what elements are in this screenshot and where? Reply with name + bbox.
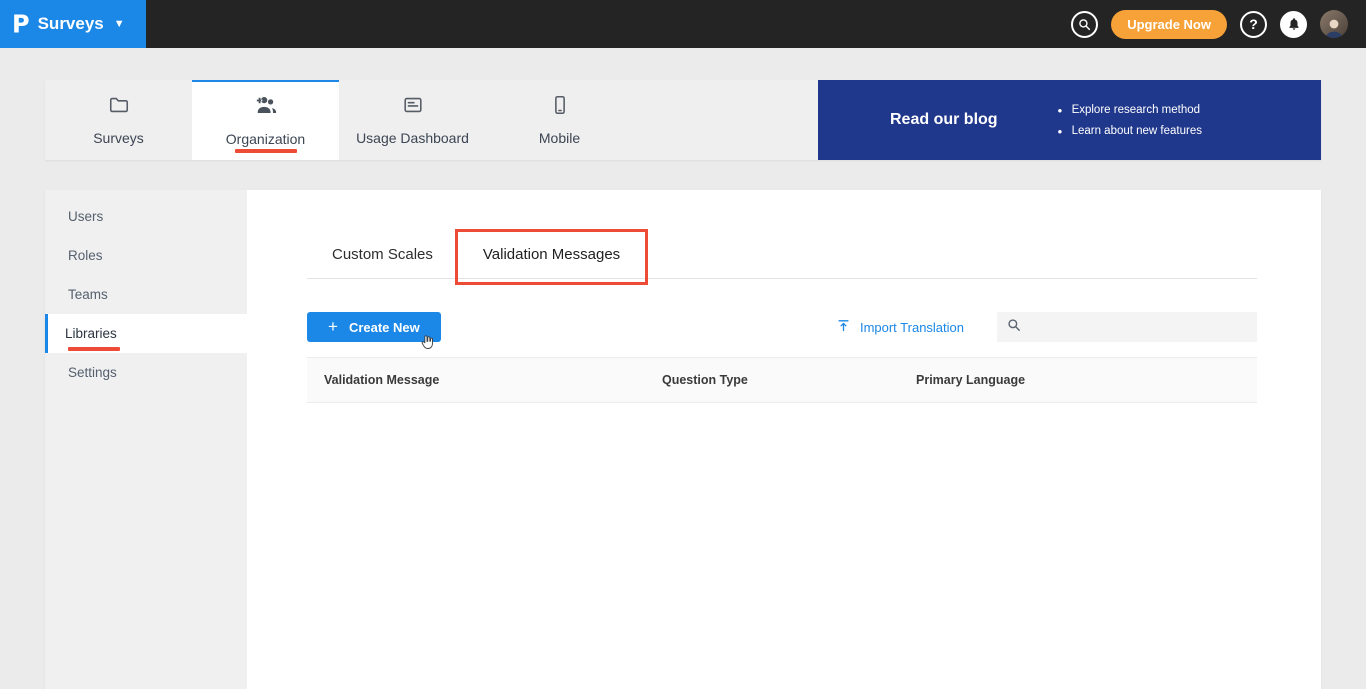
tab-label: Validation Messages	[482, 246, 621, 263]
nav-tab-label: Usage Dashboard	[356, 130, 469, 146]
sidebar-item-teams[interactable]: Teams	[45, 275, 247, 314]
table-search-box[interactable]	[997, 312, 1257, 342]
brand-logo-icon: P	[12, 9, 30, 39]
user-avatar[interactable]	[1320, 10, 1348, 38]
validation-toolbar: + Create New Import Translation	[307, 312, 1257, 349]
notifications-bell-icon[interactable]	[1280, 10, 1307, 38]
nav-tab-organization[interactable]: Organization	[192, 80, 339, 160]
nav-tab-surveys[interactable]: Surveys	[45, 80, 192, 160]
create-new-label: Create New	[348, 319, 420, 335]
search-icon[interactable]	[1071, 10, 1099, 38]
dashboard-icon	[401, 94, 425, 121]
import-translation-label: Import Translation	[859, 319, 964, 335]
nav-tab-mobile[interactable]: Mobile	[486, 80, 633, 160]
tab-validation-messages[interactable]: Validation Messages	[454, 229, 649, 285]
sidebar-item-settings[interactable]: Settings	[45, 353, 247, 392]
help-icon[interactable]: ?	[1240, 10, 1267, 38]
column-header-validation-message: Validation Message	[324, 373, 440, 387]
column-header-question-type: Question Type	[662, 373, 748, 387]
sidebar-item-label: Users	[68, 209, 104, 224]
people-add-icon	[253, 95, 279, 122]
validation-table-header: Validation Message Question Type Primary…	[307, 357, 1257, 403]
nav-tab-label: Surveys	[93, 130, 144, 146]
sidebar-item-label: Roles	[68, 248, 103, 263]
plus-icon: +	[328, 316, 338, 336]
organization-sidebar: Users Roles Teams Libraries Settings	[45, 190, 247, 689]
import-translation-link[interactable]: Import Translation	[836, 318, 964, 336]
sidebar-item-label: Settings	[68, 365, 117, 380]
page: P Surveys ▼ Upgrade Now ? Surveys Organi…	[0, 0, 1366, 689]
validation-table-body	[307, 403, 1257, 523]
product-switcher[interactable]: P Surveys ▼	[0, 0, 146, 48]
topbar-actions: Upgrade Now ?	[1071, 9, 1366, 39]
chevron-down-icon: ▼	[113, 18, 125, 30]
blog-bullet-list: Explore research method Learn about new …	[1058, 103, 1202, 139]
libraries-content: Custom Scales Validation Messages + Crea…	[247, 190, 1321, 689]
upgrade-now-button[interactable]: Upgrade Now	[1111, 9, 1227, 39]
sidebar-item-roles[interactable]: Roles	[45, 236, 247, 275]
tab-custom-scales[interactable]: Custom Scales	[307, 234, 458, 278]
blog-bullet: Explore research method	[1058, 103, 1202, 118]
import-icon	[836, 318, 851, 336]
sidebar-item-users[interactable]: Users	[45, 197, 247, 236]
nav-tab-label: Organization	[225, 131, 306, 147]
blog-promo-panel[interactable]: Read our blog Explore research method Le…	[818, 80, 1321, 160]
blog-panel-title: Read our blog	[890, 111, 998, 128]
top-bar: P Surveys ▼ Upgrade Now ?	[0, 0, 1366, 48]
sidebar-item-label: Teams	[68, 287, 108, 302]
toolbar-right-group: Import Translation	[836, 312, 1257, 342]
sidebar-item-label: Libraries	[65, 326, 117, 341]
search-input[interactable]	[1029, 319, 1247, 335]
module-nav: Surveys Organization Usage Dashboard Mob…	[45, 80, 1321, 160]
folder-icon	[107, 94, 131, 121]
sidebar-item-libraries[interactable]: Libraries	[45, 314, 247, 353]
blog-bullet: Learn about new features	[1058, 124, 1202, 139]
product-name: Surveys	[37, 14, 104, 33]
annotation-underline	[234, 149, 297, 153]
create-new-button[interactable]: + Create New	[307, 312, 441, 342]
nav-tab-label: Mobile	[538, 130, 581, 146]
library-tabs: Custom Scales Validation Messages	[307, 229, 1257, 285]
organization-panel: Users Roles Teams Libraries Settings Cus…	[45, 190, 1321, 689]
annotation-underline	[68, 347, 120, 351]
nav-tab-usage-dashboard[interactable]: Usage Dashboard	[339, 80, 486, 160]
search-icon	[1007, 318, 1021, 337]
mobile-icon	[549, 94, 571, 121]
tab-label: Custom Scales	[332, 246, 433, 263]
column-header-primary-language: Primary Language	[916, 373, 1026, 387]
